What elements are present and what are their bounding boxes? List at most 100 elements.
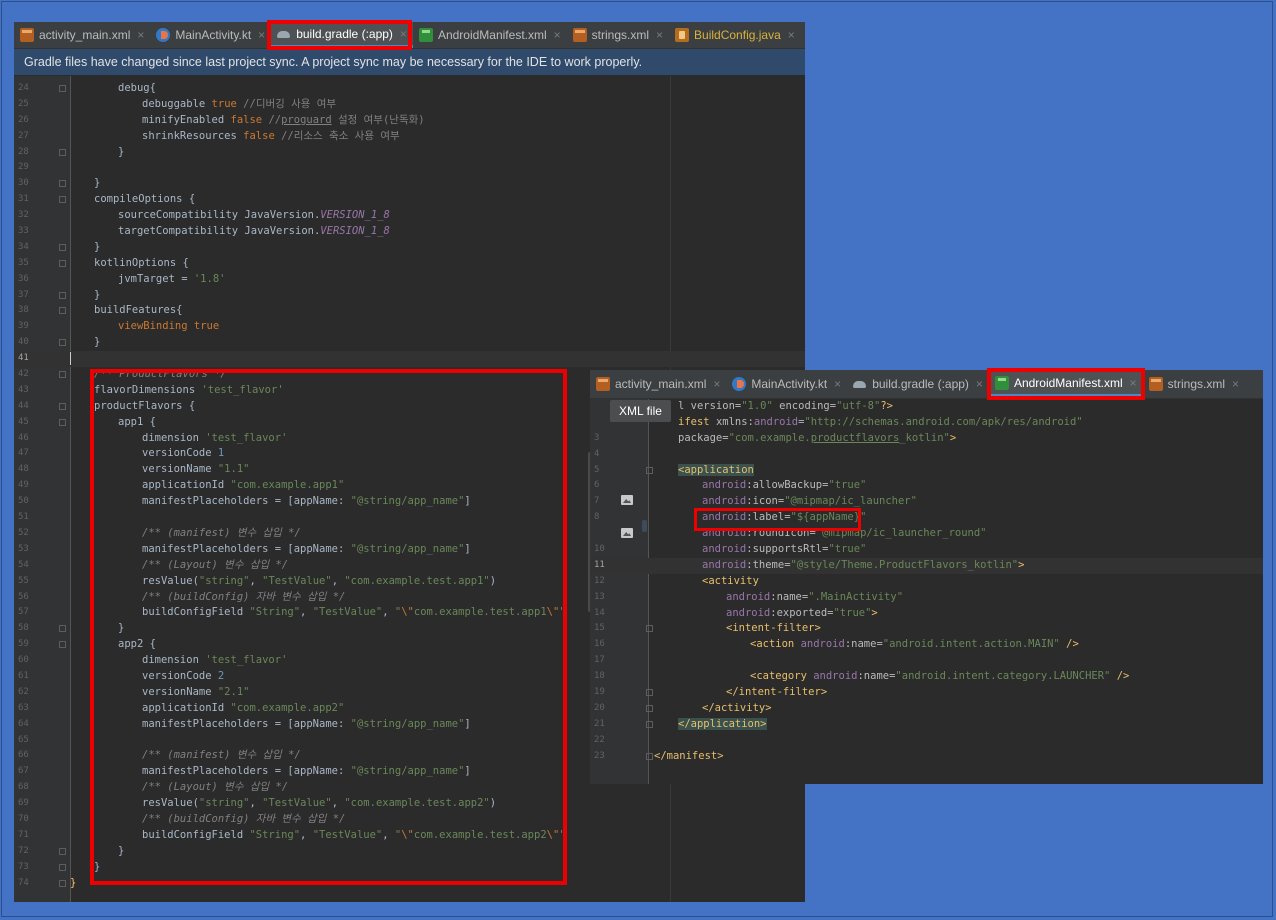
line-number: 8: [594, 512, 600, 523]
line-number: 42: [18, 369, 29, 380]
fold-marker-icon[interactable]: [646, 704, 653, 712]
editor-tab[interactable]: activity_main.xml ×: [14, 22, 150, 48]
editor-tab-label: activity_main.xml: [615, 377, 707, 391]
line-number: 48: [18, 464, 29, 475]
fold-marker-icon[interactable]: [59, 180, 66, 188]
line-number: 71: [18, 829, 29, 840]
fold-marker-icon[interactable]: [59, 339, 66, 347]
editor-tab[interactable]: build.gradle (:app) ×: [271, 22, 413, 48]
editor-tab-bar: activity_main.xml × MainActivity.kt × build.…: [590, 370, 1263, 399]
line-number: 18: [594, 671, 605, 682]
line-number: 49: [18, 480, 29, 491]
line-number: 46: [18, 432, 29, 443]
line-number: 25: [18, 98, 29, 109]
fold-marker-icon[interactable]: [59, 418, 66, 426]
line-number: 41: [18, 353, 29, 364]
line-number: 63: [18, 702, 29, 713]
fold-marker-icon[interactable]: [646, 466, 653, 474]
line-number: 62: [18, 686, 29, 697]
close-tab-icon[interactable]: ×: [656, 28, 663, 42]
line-number: 4: [594, 448, 600, 459]
close-tab-icon[interactable]: ×: [788, 28, 795, 42]
line-number: 31: [18, 194, 29, 205]
manifest-code-area[interactable]: l version="1.0" encoding="utf-8"?> ifest…: [590, 399, 1263, 764]
line-number: 33: [18, 226, 29, 237]
xml-file-icon: [20, 28, 34, 42]
line-number: 7: [594, 496, 600, 507]
line-number: 16: [594, 639, 605, 650]
fold-marker-icon[interactable]: [646, 752, 653, 760]
close-tab-icon[interactable]: ×: [400, 27, 407, 41]
close-tab-icon[interactable]: ×: [1232, 377, 1239, 391]
line-number: 45: [18, 416, 29, 427]
editor-tab[interactable]: AndroidManifest.xml ×: [988, 371, 1143, 397]
fold-marker-icon[interactable]: [59, 371, 66, 379]
editor-tab[interactable]: AndroidManifest.xml ×: [413, 22, 567, 48]
close-tab-icon[interactable]: ×: [834, 377, 841, 391]
fold-marker-icon[interactable]: [59, 259, 66, 267]
fold-marker-icon[interactable]: [59, 148, 66, 156]
editor-tab[interactable]: MainActivity.kt ×: [726, 371, 847, 397]
line-number: 26: [18, 114, 29, 125]
image-preview-icon[interactable]: [621, 528, 633, 538]
fold-marker-icon[interactable]: [59, 402, 66, 410]
line-number: 70: [18, 813, 29, 824]
editor-tab[interactable]: strings.xml ×: [1143, 371, 1245, 397]
editor-tab[interactable]: build.gradle (:app) ×: [847, 371, 989, 397]
line-number: 68: [18, 782, 29, 793]
close-tab-icon[interactable]: ×: [258, 28, 265, 42]
fold-marker-icon[interactable]: [59, 641, 66, 649]
close-tab-icon[interactable]: ×: [713, 377, 720, 391]
fold-marker-icon[interactable]: [59, 243, 66, 251]
fold-marker-icon[interactable]: [59, 85, 66, 92]
line-number: 73: [18, 861, 29, 872]
fold-marker-icon[interactable]: [59, 196, 66, 204]
close-tab-icon[interactable]: ×: [137, 28, 144, 42]
line-number: 11: [594, 559, 605, 570]
line-number: 3: [594, 432, 600, 443]
editor-tab-label: activity_main.xml: [39, 28, 131, 42]
line-number: 22: [594, 734, 605, 745]
line-number: 10: [594, 544, 605, 555]
editor-tab-label: AndroidManifest.xml: [1013, 375, 1123, 390]
line-number: 30: [18, 178, 29, 189]
editor-tab-bar: activity_main.xml × MainActivity.kt × build.…: [14, 22, 805, 49]
editor-tab-label: strings.xml: [1167, 377, 1226, 391]
fold-marker-icon[interactable]: [59, 625, 66, 633]
line-number: 13: [594, 591, 605, 602]
line-number: 60: [18, 655, 29, 666]
close-tab-icon[interactable]: ×: [554, 28, 561, 42]
editor-tab-label: build.gradle (:app): [872, 377, 969, 391]
line-number: 21: [594, 718, 605, 729]
fold-marker-icon[interactable]: [646, 720, 653, 728]
line-number: 74: [18, 877, 29, 888]
fold-marker-icon[interactable]: [59, 863, 66, 871]
line-number: 23: [594, 750, 605, 761]
line-number: 17: [594, 655, 605, 666]
fold-marker-icon[interactable]: [646, 625, 653, 633]
editor-tab[interactable]: activity_main.xml ×: [590, 371, 726, 397]
line-number: 53: [18, 543, 29, 554]
fold-marker-icon[interactable]: [59, 307, 66, 315]
line-number: 61: [18, 670, 29, 681]
line-number: 67: [18, 766, 29, 777]
image-preview-icon[interactable]: [621, 495, 633, 505]
line-number: 27: [18, 130, 29, 141]
close-tab-icon[interactable]: ×: [1130, 376, 1137, 390]
editor-tab[interactable]: BuildConfig.java ×: [669, 22, 801, 48]
fold-marker-icon[interactable]: [59, 291, 66, 299]
close-tab-icon[interactable]: ×: [976, 377, 983, 391]
editor-tab[interactable]: MainActivity.kt ×: [150, 22, 271, 48]
fold-marker-icon[interactable]: [646, 689, 653, 697]
line-number: 69: [18, 798, 29, 809]
line-number: 35: [18, 257, 29, 268]
manifest-editor-window: activity_main.xml × MainActivity.kt × build.…: [590, 370, 1263, 784]
line-number: 15: [594, 623, 605, 634]
fold-marker-icon[interactable]: [59, 879, 66, 887]
line-number: 5: [594, 464, 600, 475]
editor-tab[interactable]: strings.xml ×: [567, 22, 669, 48]
fold-marker-icon[interactable]: [59, 847, 66, 855]
line-number: 37: [18, 289, 29, 300]
line-number: 32: [18, 210, 29, 221]
kotlin-file-icon: [732, 377, 747, 391]
